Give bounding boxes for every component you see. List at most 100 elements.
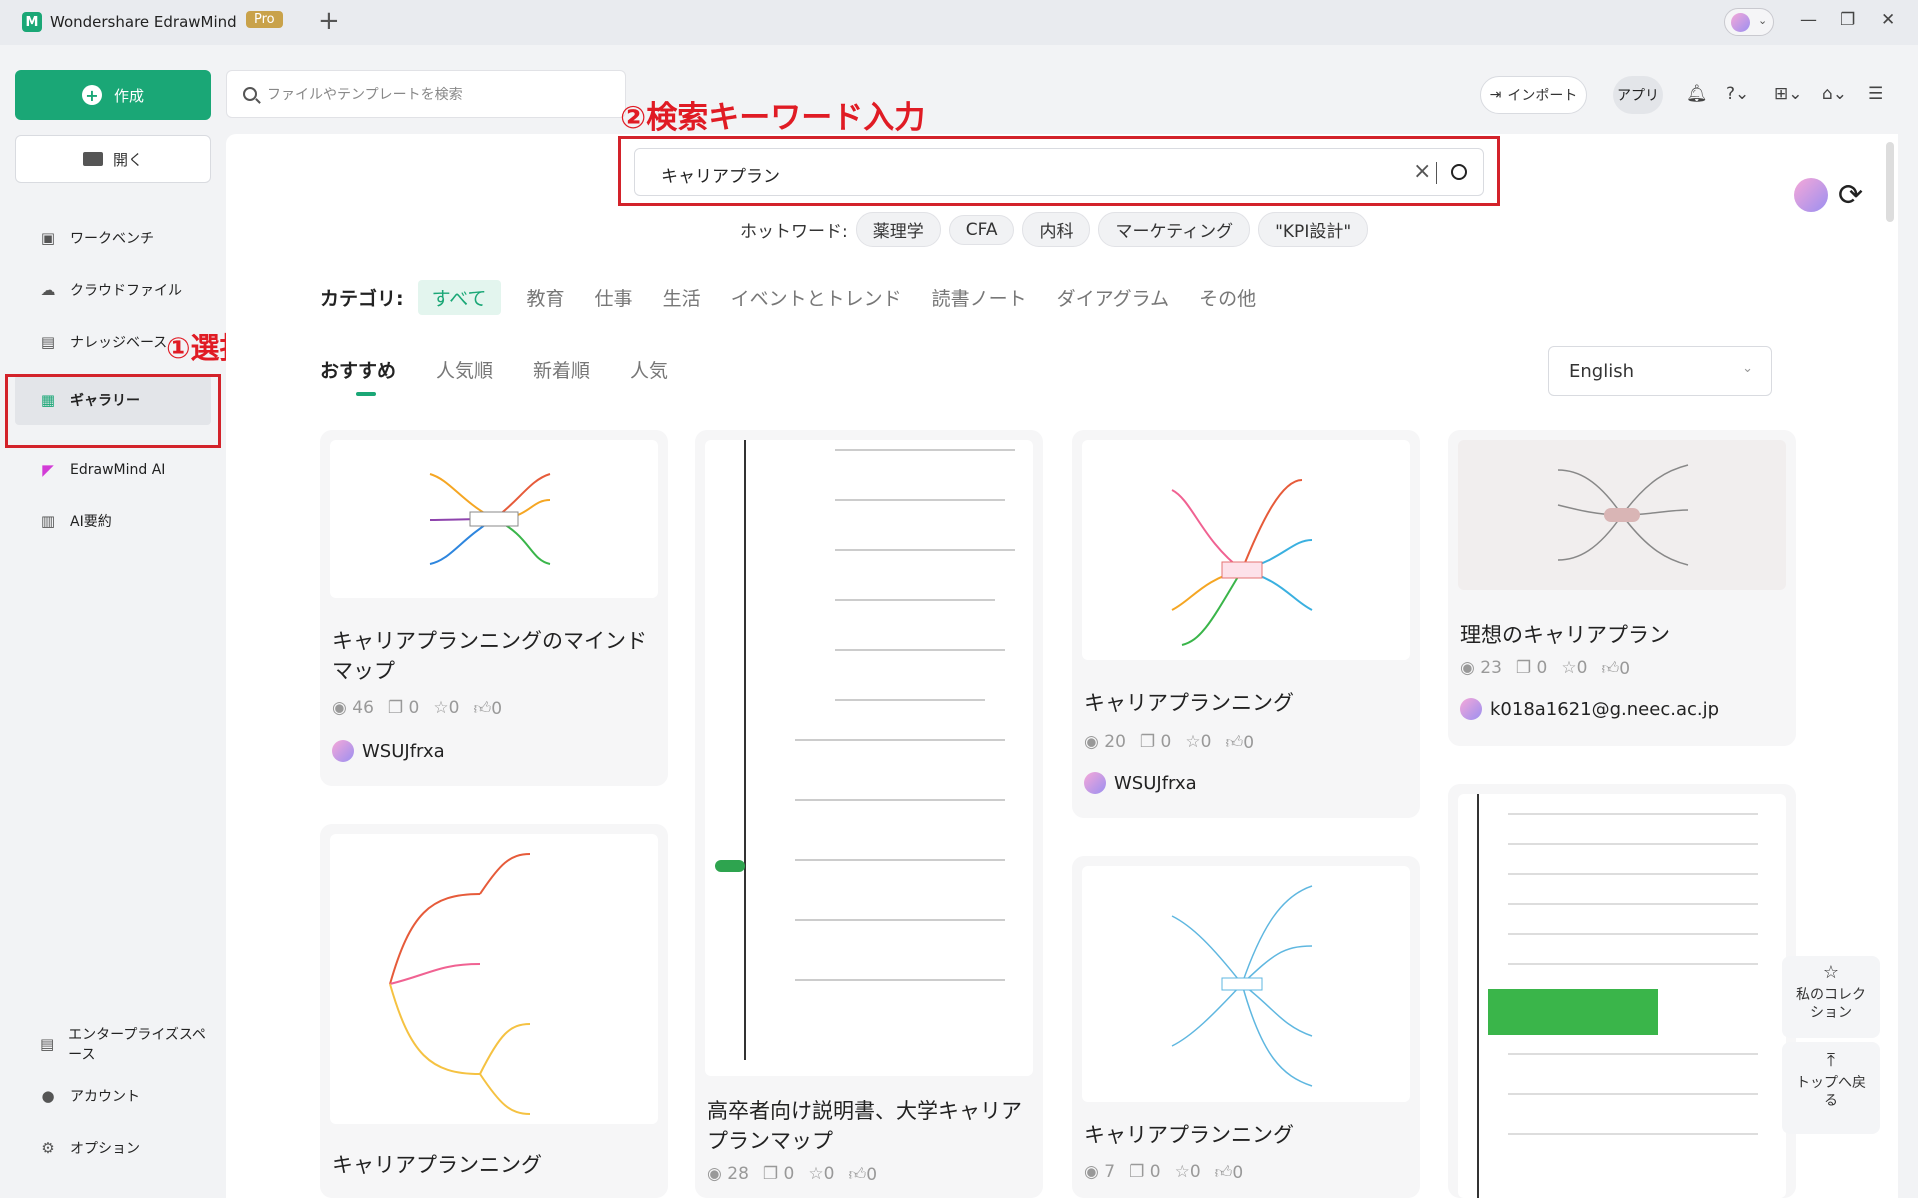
template-card[interactable]: キャリアプランニング ◉ 7 ❐ 0 ☆0 👍︎0 <box>1072 856 1420 1198</box>
shirt-icon[interactable]: ⌂⌄ <box>1822 84 1847 104</box>
stars-count: 0 <box>1189 1162 1201 1182</box>
sidebar-item-edrawmind-ai[interactable]: ◤ EdrawMind AI <box>38 455 218 485</box>
card-author[interactable]: k018a1621@g.neec.ac.jp <box>1460 698 1719 720</box>
cloud-icon: ☁ <box>40 281 56 299</box>
search-icon <box>243 87 257 101</box>
document-icon: ▥ <box>40 512 56 530</box>
hotword-chip[interactable]: 薬理学 <box>855 212 941 247</box>
open-button[interactable]: 開く <box>15 135 211 183</box>
category-work[interactable]: 仕事 <box>595 284 633 311</box>
views-count: 20 <box>1104 732 1126 752</box>
like-icon: 👍︎0 <box>1601 659 1631 679</box>
my-collection-button[interactable]: ☆ 私のコレクション <box>1782 956 1880 1038</box>
category-events[interactable]: イベントとトレンド <box>731 284 902 311</box>
back-to-top-button[interactable]: ⤒ トップへ戻る <box>1782 1042 1880 1134</box>
app-title: Wondershare EdrawMind <box>50 13 237 31</box>
mindmap-thumbnail <box>1171 885 1313 1087</box>
card-author[interactable]: WSUJfrxa <box>1084 772 1197 794</box>
menu-collapse-icon[interactable]: ☰ <box>1868 84 1883 104</box>
category-reading[interactable]: 読書ノート <box>932 284 1027 311</box>
clear-icon[interactable]: × <box>1413 159 1431 184</box>
sidebar-item-label: AI要約 <box>70 514 112 530</box>
template-thumbnail <box>1082 866 1410 1102</box>
refresh-icon[interactable]: ⟳ <box>1838 178 1863 213</box>
card-author[interactable]: WSUJfrxa <box>332 740 445 762</box>
sidebar-item-cloud-files[interactable]: ☁ クラウドファイル <box>38 275 218 305</box>
hotword-chip[interactable]: マーケティング <box>1098 212 1251 247</box>
import-button[interactable]: ⇥ インポート <box>1480 76 1587 114</box>
annotation-step2: ②検索キーワード入力 <box>620 100 926 136</box>
sidebar-item-workbench[interactable]: ▣ ワークベンチ <box>38 223 218 253</box>
views-count: 23 <box>1480 658 1502 678</box>
sort-trending[interactable]: 人気 <box>630 356 668 383</box>
copies-count: 0 <box>1149 1162 1161 1182</box>
minimize-button[interactable]: — <box>1800 10 1817 30</box>
stars-count: 0 <box>448 698 460 718</box>
copies-count: 0 <box>783 1164 795 1184</box>
new-tab-button[interactable]: + <box>318 6 340 36</box>
category-other[interactable]: その他 <box>1199 284 1256 311</box>
file-search-input[interactable]: ファイルやテンプレートを検索 <box>226 70 626 118</box>
sort-newest[interactable]: 新着順 <box>533 356 590 383</box>
mindmap-thumbnail <box>715 440 1015 1060</box>
author-name: k018a1621@g.neec.ac.jp <box>1490 698 1720 720</box>
category-diagram[interactable]: ダイアグラム <box>1057 284 1169 311</box>
author-avatar <box>1084 772 1106 794</box>
sidebar: + 作成 開く ▣ ワークベンチ ☁ クラウドファイル ▤ ナレッジベース ▦ ギャラリー… <box>0 45 226 1198</box>
template-card[interactable] <box>1448 784 1796 1198</box>
template-card[interactable]: キャリアプランニングのマインドマップ ◉ 46 ❐ 0 ☆0 👍︎0 WSUJfrxa <box>320 430 668 786</box>
template-thumbnail <box>330 834 658 1124</box>
language-select[interactable]: English ⌄ <box>1548 346 1772 396</box>
book-icon: ▤ <box>40 333 56 351</box>
scrollbar[interactable] <box>1886 142 1894 222</box>
help-icon[interactable]: ?⌄ <box>1726 84 1749 104</box>
category-education[interactable]: 教育 <box>527 284 565 311</box>
views-icon: ◉ 46 <box>332 698 374 718</box>
sort-popular[interactable]: 人気順 <box>436 356 493 383</box>
sidebar-item-options[interactable]: ⚙ オプション <box>38 1133 218 1163</box>
bell-icon[interactable]: 🔔︎ <box>1686 84 1708 104</box>
close-button[interactable]: ✕ <box>1881 10 1895 30</box>
card-title: キャリアプランニングのマインドマップ <box>332 629 647 683</box>
create-button[interactable]: + 作成 <box>15 70 211 120</box>
sidebar-item-ai-summary[interactable]: ▥ AI要約 <box>38 506 218 536</box>
template-card[interactable]: キャリアプランニング ◉ 20 ❐ 0 ☆0 👍︎0 WSUJfrxa <box>1072 430 1420 818</box>
like-icon: 👍︎0 <box>1214 1163 1244 1183</box>
star-icon: ☆0 <box>433 698 460 718</box>
category-life[interactable]: 生活 <box>663 284 701 311</box>
hotword-chip[interactable]: CFA <box>948 214 1015 245</box>
sidebar-item-account[interactable]: ● アカウント <box>38 1081 218 1111</box>
search-icon[interactable] <box>1451 164 1467 180</box>
template-thumbnail <box>1082 440 1410 660</box>
chevron-down-icon: ⌄ <box>1742 361 1753 376</box>
category-all[interactable]: すべて <box>417 280 501 315</box>
template-card[interactable]: 理想のキャリアプラン ◉ 23 ❐ 0 ☆0 👍︎0 k018a1621@g.neec… <box>1448 430 1796 746</box>
card-title: キャリアプランニング <box>332 1153 542 1177</box>
create-label: 作成 <box>113 86 144 105</box>
edrawmind-logo-icon: M <box>22 12 42 32</box>
template-card[interactable]: キャリアプランニング <box>320 824 668 1198</box>
sort-recommended[interactable]: おすすめ <box>320 356 396 396</box>
author-avatar <box>1460 698 1482 720</box>
card-title: 高卒者向け説明書、大学キャリアプランマップ <box>707 1099 1022 1153</box>
annotation-box-gallery <box>5 374 221 448</box>
copies-count: 0 <box>408 698 420 718</box>
template-card[interactable]: 高卒者向け説明書、大学キャリアプランマップ ◉ 28 ❐ 0 ☆0 👍︎0 <box>695 430 1043 1198</box>
category-label: カテゴリ: <box>320 288 404 310</box>
sidebar-item-label: EdrawMind AI <box>70 462 166 478</box>
card-stats: ◉ 23 ❐ 0 ☆0 👍︎0 <box>1460 658 1630 679</box>
pro-badge: Pro <box>246 11 283 28</box>
gallery-search-input[interactable]: キャリアプラン × <box>634 148 1484 196</box>
hotword-chip[interactable]: "KPI設計" <box>1258 212 1369 247</box>
card-stats: ◉ 7 ❐ 0 ☆0 👍︎0 <box>1084 1162 1243 1183</box>
hotword-chip[interactable]: 内科 <box>1022 212 1091 247</box>
apps-button[interactable]: アプリ <box>1613 76 1663 114</box>
maximize-button[interactable]: ❐ <box>1840 10 1855 30</box>
author-name: WSUJfrxa <box>362 740 445 762</box>
account-avatar-button[interactable]: ⌄ <box>1724 8 1774 36</box>
sidebar-item-label: オプション <box>70 1141 140 1157</box>
sidebar-item-enterprise[interactable]: ▤ エンタープライズスペース <box>38 1027 218 1063</box>
likes-count: 0 <box>491 699 503 719</box>
user-avatar[interactable] <box>1794 178 1828 212</box>
grid-icon[interactable]: ⊞⌄ <box>1774 84 1803 104</box>
